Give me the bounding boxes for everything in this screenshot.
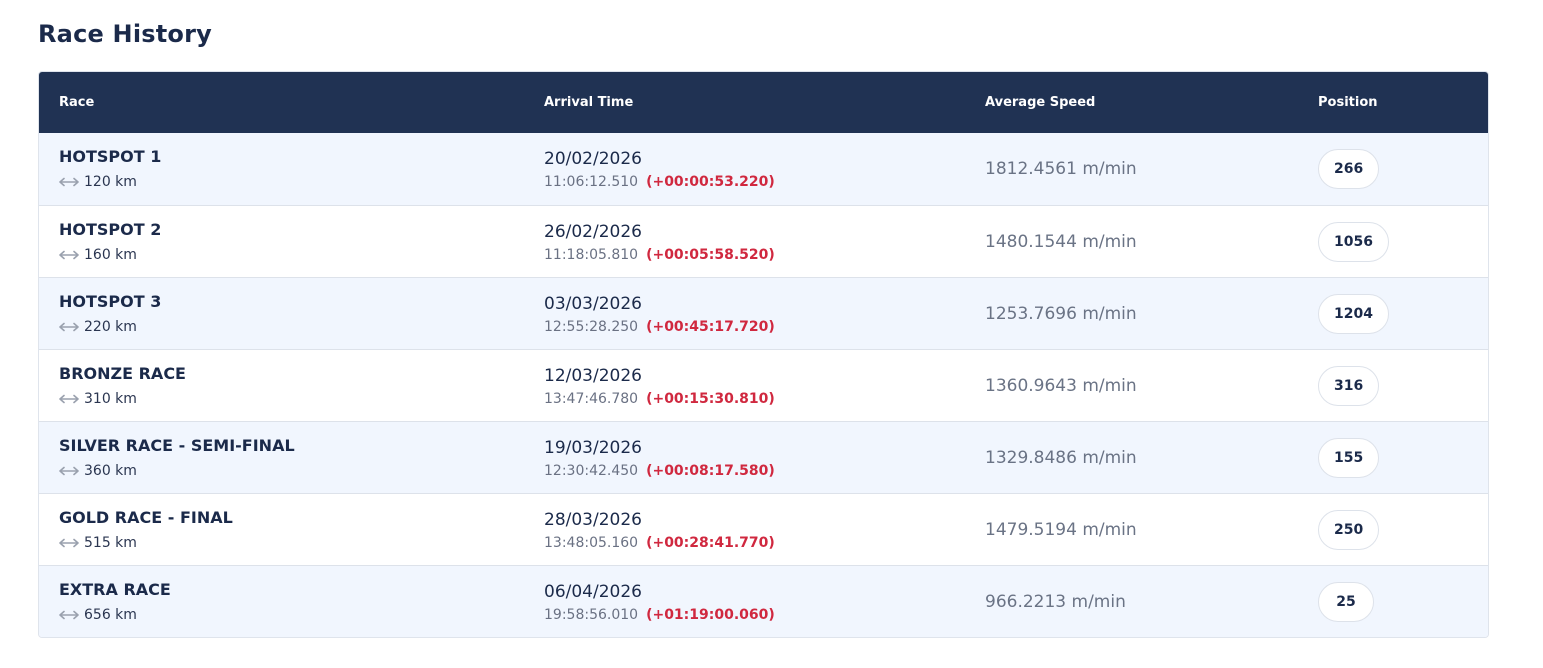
arrival-clock: 11:18:05.810 bbox=[544, 247, 639, 263]
table-row[interactable]: HOTSPOT 2 160 km 26/02/2026 11:18:05.810… bbox=[39, 205, 1488, 277]
arrival-date: 06/04/2026 bbox=[544, 582, 642, 602]
arrival-clock: 19:58:56.010 bbox=[544, 607, 639, 623]
average-speed: 1329.8486 m/min bbox=[985, 448, 1137, 468]
race-name: EXTRA RACE bbox=[59, 580, 171, 599]
race-distance-value: 360 km bbox=[84, 463, 137, 479]
arrival-time: 19:58:56.010 (+01:19:00.060) bbox=[544, 607, 775, 623]
race-name: HOTSPOT 1 bbox=[59, 147, 162, 166]
arrival-date: 28/03/2026 bbox=[544, 510, 642, 530]
race-name: HOTSPOT 2 bbox=[59, 220, 162, 239]
table-row[interactable]: EXTRA RACE 656 km 06/04/2026 19:58:56.01… bbox=[39, 565, 1488, 637]
arrival-delta: (+00:08:17.580) bbox=[646, 463, 775, 479]
header-race: Race bbox=[59, 95, 95, 110]
arrival-date: 19/03/2026 bbox=[544, 438, 642, 458]
table-body: HOTSPOT 1 120 km 20/02/2026 11:06:12.510… bbox=[39, 133, 1488, 637]
arrival-clock: 13:48:05.160 bbox=[544, 535, 639, 551]
race-distance-value: 120 km bbox=[84, 174, 137, 190]
race-distance: 220 km bbox=[59, 319, 137, 335]
arrival-date: 12/03/2026 bbox=[544, 366, 642, 386]
race-distance-value: 656 km bbox=[84, 607, 137, 623]
table-header: Race Arrival Time Average Speed Position bbox=[39, 72, 1488, 133]
position-badge: 25 bbox=[1318, 582, 1374, 622]
race-name: BRONZE RACE bbox=[59, 364, 186, 383]
header-position: Position bbox=[1318, 95, 1378, 110]
arrival-clock: 11:06:12.510 bbox=[544, 174, 639, 190]
header-average-speed: Average Speed bbox=[985, 95, 1096, 110]
table-row[interactable]: BRONZE RACE 310 km 12/03/2026 13:47:46.7… bbox=[39, 349, 1488, 421]
race-name: GOLD RACE - FINAL bbox=[59, 508, 233, 527]
table-row[interactable]: HOTSPOT 1 120 km 20/02/2026 11:06:12.510… bbox=[39, 133, 1488, 205]
arrival-delta: (+00:00:53.220) bbox=[646, 174, 775, 190]
arrival-delta: (+01:19:00.060) bbox=[646, 607, 775, 623]
arrival-clock: 12:55:28.250 bbox=[544, 319, 639, 335]
race-name: SILVER RACE - SEMI-FINAL bbox=[59, 436, 295, 455]
arrival-date: 26/02/2026 bbox=[544, 222, 642, 242]
double-arrow-icon bbox=[59, 538, 79, 548]
race-history-table: Race Arrival Time Average Speed Position… bbox=[38, 71, 1489, 638]
position-badge: 1056 bbox=[1318, 222, 1389, 262]
race-name: HOTSPOT 3 bbox=[59, 292, 162, 311]
header-arrival-time: Arrival Time bbox=[544, 95, 634, 110]
position-badge: 155 bbox=[1318, 438, 1380, 478]
table-row[interactable]: GOLD RACE - FINAL 515 km 28/03/2026 13:4… bbox=[39, 493, 1488, 565]
double-arrow-icon bbox=[59, 250, 79, 260]
arrival-date: 03/03/2026 bbox=[544, 294, 642, 314]
arrival-delta: (+00:45:17.720) bbox=[646, 319, 775, 335]
arrival-delta: (+00:15:30.810) bbox=[646, 391, 775, 407]
average-speed: 1812.4561 m/min bbox=[985, 159, 1137, 179]
average-speed: 1479.5194 m/min bbox=[985, 520, 1137, 540]
arrival-delta: (+00:28:41.770) bbox=[646, 535, 775, 551]
double-arrow-icon bbox=[59, 466, 79, 476]
race-distance: 656 km bbox=[59, 607, 137, 623]
arrival-time: 11:18:05.810 (+00:05:58.520) bbox=[544, 247, 775, 263]
position-badge: 266 bbox=[1318, 149, 1380, 189]
arrival-clock: 12:30:42.450 bbox=[544, 463, 639, 479]
arrival-time: 13:48:05.160 (+00:28:41.770) bbox=[544, 535, 775, 551]
page-title: Race History bbox=[38, 20, 212, 48]
race-distance: 360 km bbox=[59, 463, 137, 479]
arrival-time: 12:55:28.250 (+00:45:17.720) bbox=[544, 319, 775, 335]
race-distance-value: 220 km bbox=[84, 319, 137, 335]
average-speed: 1253.7696 m/min bbox=[985, 304, 1137, 324]
double-arrow-icon bbox=[59, 322, 79, 332]
average-speed: 966.2213 m/min bbox=[985, 592, 1126, 612]
arrival-time: 13:47:46.780 (+00:15:30.810) bbox=[544, 391, 775, 407]
position-badge: 316 bbox=[1318, 366, 1380, 406]
arrival-clock: 13:47:46.780 bbox=[544, 391, 639, 407]
arrival-time: 11:06:12.510 (+00:00:53.220) bbox=[544, 174, 775, 190]
race-distance-value: 160 km bbox=[84, 247, 137, 263]
race-distance: 160 km bbox=[59, 247, 137, 263]
table-row[interactable]: SILVER RACE - SEMI-FINAL 360 km 19/03/20… bbox=[39, 421, 1488, 493]
double-arrow-icon bbox=[59, 394, 79, 404]
arrival-date: 20/02/2026 bbox=[544, 149, 642, 169]
race-distance-value: 515 km bbox=[84, 535, 137, 551]
double-arrow-icon bbox=[59, 610, 79, 620]
position-badge: 250 bbox=[1318, 510, 1380, 550]
double-arrow-icon bbox=[59, 177, 79, 187]
position-badge: 1204 bbox=[1318, 294, 1389, 334]
race-distance-value: 310 km bbox=[84, 391, 137, 407]
average-speed: 1480.1544 m/min bbox=[985, 232, 1137, 252]
table-row[interactable]: HOTSPOT 3 220 km 03/03/2026 12:55:28.250… bbox=[39, 277, 1488, 349]
race-distance: 515 km bbox=[59, 535, 137, 551]
race-distance: 120 km bbox=[59, 174, 137, 190]
arrival-time: 12:30:42.450 (+00:08:17.580) bbox=[544, 463, 775, 479]
arrival-delta: (+00:05:58.520) bbox=[646, 247, 775, 263]
average-speed: 1360.9643 m/min bbox=[985, 376, 1137, 396]
race-distance: 310 km bbox=[59, 391, 137, 407]
